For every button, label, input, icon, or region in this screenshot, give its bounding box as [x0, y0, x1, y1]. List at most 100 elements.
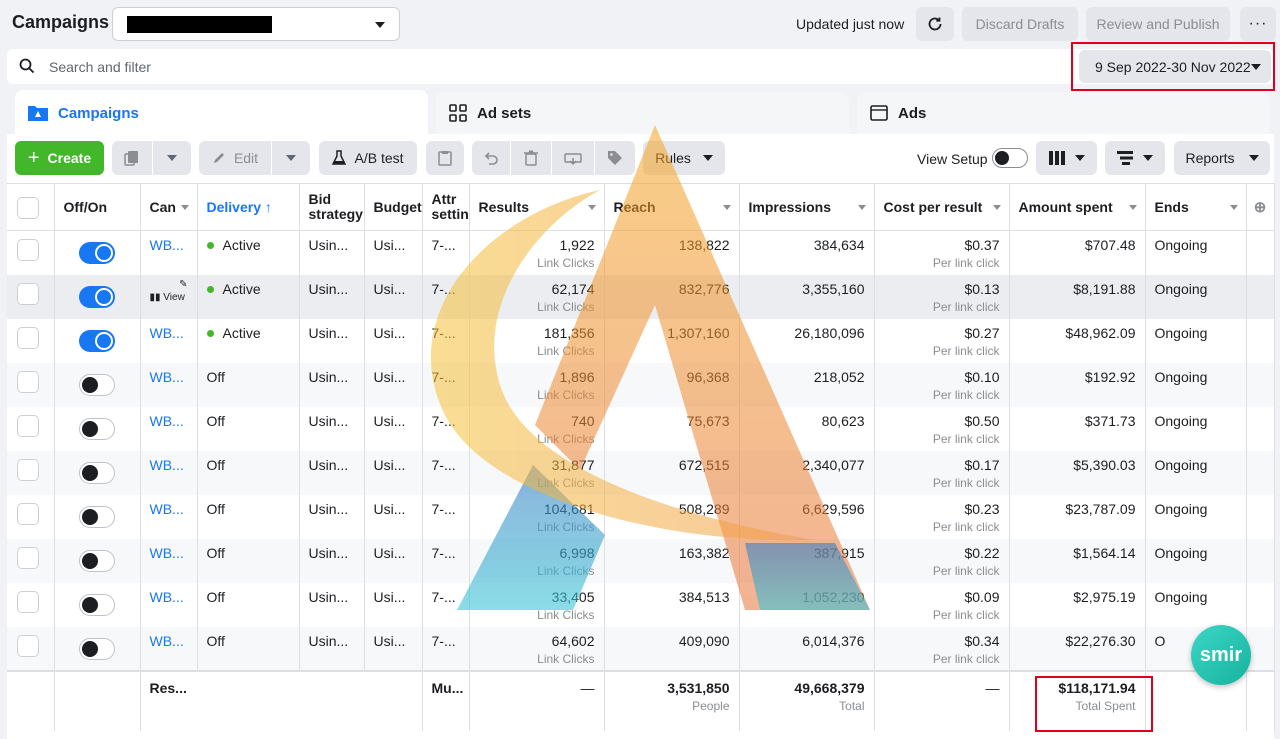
view-link[interactable]: ▮▮ View — [150, 292, 188, 303]
row-checkbox[interactable] — [17, 502, 39, 525]
header-results[interactable]: Results — [469, 183, 605, 231]
header-budget[interactable]: Budget — [364, 183, 423, 231]
table-row[interactable]: WB... Off Usin... Usi... 7-... 31,877 Lin… — [7, 450, 1275, 495]
budget-cell: Usi... — [364, 274, 423, 319]
discard-drafts-button[interactable]: Discard Drafts — [962, 7, 1078, 41]
header-ends[interactable]: Ends — [1145, 183, 1247, 231]
refresh-button[interactable] — [916, 7, 954, 41]
campaign-toggle[interactable] — [79, 285, 115, 308]
tag-button[interactable] — [595, 141, 635, 175]
duplicate-button[interactable] — [112, 141, 152, 175]
row-checkbox[interactable] — [17, 414, 39, 437]
header-impressions[interactable]: Impressions — [739, 183, 875, 231]
campaign-toggle[interactable] — [79, 505, 115, 528]
table-row[interactable]: WB... Off Usin... Usi... 7-... 6,998 Link… — [7, 538, 1275, 583]
date-range-label: 9 Sep 2022-30 Nov 2022 — [1095, 58, 1251, 75]
campaign-name-link[interactable]: WB... — [150, 325, 184, 341]
delivery-cell: Active — [197, 318, 300, 363]
table-row[interactable]: WB... Off Usin... Usi... 7-... 104,681 Li… — [7, 494, 1275, 539]
duplicate-dropdown[interactable] — [153, 141, 191, 175]
totals-impressions-sub: Total — [839, 698, 865, 713]
header-delivery[interactable]: Delivery ↑ — [197, 183, 300, 231]
undo-button[interactable] — [472, 141, 510, 175]
delete-button[interactable] — [511, 141, 551, 175]
campaign-name-link[interactable]: WB... — [150, 633, 184, 649]
campaign-toggle[interactable] — [79, 637, 115, 660]
rules-label: Rules — [655, 150, 691, 166]
table-row[interactable]: WB... Off Usin... Usi... 7-... 64,602 Lin… — [7, 626, 1275, 671]
campaign-toggle[interactable] — [79, 461, 115, 484]
tab-campaigns[interactable]: Campaigns — [15, 90, 428, 136]
edit-label: Edit — [233, 150, 259, 166]
campaign-select[interactable] — [112, 7, 400, 41]
row-checkbox[interactable] — [17, 546, 39, 569]
active-dot-icon — [206, 285, 214, 293]
row-checkbox[interactable] — [17, 634, 39, 657]
clipboard-button[interactable] — [426, 141, 464, 175]
attribution-cell: 7-... — [422, 230, 470, 275]
create-button[interactable]: + Create — [15, 141, 104, 175]
header-reach[interactable]: Reach — [604, 183, 740, 231]
header-campaign[interactable]: Can — [140, 183, 198, 231]
edit-button[interactable]: Edit — [199, 141, 271, 175]
campaign-name-link[interactable]: WB... — [150, 237, 184, 253]
search-input[interactable] — [49, 57, 749, 77]
more-options-button[interactable]: ··· — [1240, 7, 1276, 41]
row-checkbox[interactable] — [17, 326, 39, 349]
rules-button[interactable]: Rules — [643, 141, 725, 175]
date-range-picker[interactable]: 9 Sep 2022-30 Nov 2022 — [1079, 50, 1271, 83]
header-attribution[interactable]: Attr settin — [422, 183, 470, 231]
campaign-name-link[interactable]: WB... — [150, 413, 184, 429]
pencil-icon[interactable]: ✎ — [150, 279, 187, 290]
row-checkbox[interactable] — [17, 282, 39, 305]
table-row[interactable]: ✎ ▮▮ View Active Usin... Usi... 7-... 62,… — [7, 274, 1275, 319]
chevron-down-icon — [1143, 155, 1153, 161]
campaign-name-link[interactable]: WB... — [150, 457, 184, 473]
ab-test-button[interactable]: A/B test — [319, 141, 417, 175]
header-amount-spent[interactable]: Amount spent — [1009, 183, 1146, 231]
campaign-toggle[interactable] — [79, 417, 115, 440]
campaign-name-link[interactable]: WB... — [150, 369, 184, 385]
campaign-toggle[interactable] — [79, 549, 115, 572]
table-row[interactable]: WB... Off Usin... Usi... 7-... 740 Link C… — [7, 406, 1275, 451]
header-cost-per-result[interactable]: Cost per result — [874, 183, 1010, 231]
row-checkbox[interactable] — [17, 370, 39, 393]
table-row[interactable]: WB... Off Usin... Usi... 7-... 33,405 Lin… — [7, 582, 1275, 627]
totals-reach-cell: 3,531,850 People — [604, 669, 740, 731]
table-row[interactable]: WB... Active Usin... Usi... 7-... 1,922 L… — [7, 230, 1275, 275]
delivery-status: Off — [206, 412, 225, 429]
tab-ads[interactable]: Ads — [857, 92, 1270, 134]
results-value: 181,356 — [543, 324, 595, 341]
add-column-cell[interactable]: ⊕ — [1246, 183, 1275, 231]
columns-button[interactable] — [1036, 141, 1097, 175]
smir-badge[interactable]: smir — [1191, 625, 1251, 685]
campaigns-table: Off/On Can Delivery ↑ Bid strategy Budge… — [7, 183, 1275, 731]
delivery-cell: Active — [197, 274, 300, 319]
budget-cell: Usi... — [364, 362, 423, 407]
edit-dropdown[interactable] — [272, 141, 310, 175]
campaign-name-link[interactable]: WB... — [150, 545, 184, 561]
campaign-name-link[interactable]: WB... — [150, 501, 184, 517]
row-checkbox[interactable] — [17, 458, 39, 481]
breakdown-button[interactable] — [1105, 141, 1165, 175]
table-row[interactable]: WB... Off Usin... Usi... 7-... 1,896 Link… — [7, 362, 1275, 407]
row-checkbox[interactable] — [17, 590, 39, 613]
reports-button[interactable]: Reports — [1174, 141, 1270, 175]
campaign-toggle[interactable] — [79, 373, 115, 396]
campaign-toggle[interactable] — [79, 593, 115, 616]
export-button[interactable] — [552, 141, 594, 175]
budget-cell: Usi... — [364, 626, 423, 671]
header-bid-strategy[interactable]: Bid strategy — [299, 183, 365, 231]
row-checkbox[interactable] — [17, 239, 39, 261]
review-publish-button[interactable]: Review and Publish — [1086, 7, 1230, 41]
view-setup-toggle[interactable] — [992, 148, 1028, 168]
campaign-toggle[interactable] — [79, 242, 115, 264]
table-row[interactable]: WB... Active Usin... Usi... 7-... 181,35… — [7, 318, 1275, 363]
tab-ad-sets[interactable]: Ad sets — [436, 92, 849, 134]
campaign-toggle[interactable] — [79, 329, 115, 352]
attribution-cell: 7-... — [422, 626, 470, 671]
select-all-checkbox[interactable] — [17, 197, 39, 219]
campaign-name-link[interactable]: WB... — [150, 589, 184, 605]
header-onoff[interactable]: Off/On — [54, 183, 141, 231]
ends-cell: Ongoing — [1145, 582, 1247, 627]
